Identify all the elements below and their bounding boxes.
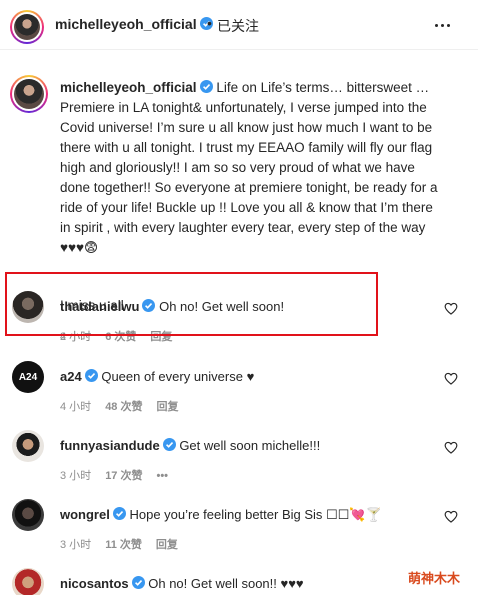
comment-text: a24 Queen of every universe ♥ bbox=[60, 369, 254, 384]
comment-avatar[interactable] bbox=[12, 568, 44, 595]
header-separator: • bbox=[207, 15, 212, 31]
comment-meta: 4 小时 48 次赞 回复 bbox=[60, 398, 192, 414]
comment-text: nicosantos Oh no! Get well soon!! ♥♥♥ bbox=[60, 576, 304, 591]
caption-text: michelleyeoh_official Life on Life’s ter… bbox=[60, 78, 440, 258]
verified-badge-icon bbox=[162, 438, 176, 451]
comment-likes[interactable]: 48 次赞 bbox=[105, 401, 142, 413]
comment-text: wongrel Hope you’re feeling better Big S… bbox=[60, 507, 382, 523]
comment-username[interactable]: nicosantos bbox=[60, 576, 129, 591]
highlight-annotation-box bbox=[5, 272, 378, 336]
comment-likes[interactable]: 17 次赞 bbox=[105, 470, 142, 482]
comment-username[interactable]: a24 bbox=[60, 369, 82, 384]
verified-badge-icon bbox=[84, 369, 98, 382]
comment-likes[interactable]: 11 次赞 bbox=[105, 539, 142, 551]
post-header: michelleyeoh_official • 已关注 bbox=[0, 0, 478, 50]
comment-meta: 3 小时 11 次赞 回复 bbox=[60, 536, 192, 552]
header-username[interactable]: michelleyeoh_official bbox=[55, 16, 213, 32]
comment-time[interactable]: 4 小时 bbox=[60, 401, 91, 413]
comment-body: Queen of every universe ♥ bbox=[101, 369, 255, 384]
reply-button[interactable]: 回复 bbox=[156, 539, 178, 551]
comment-body: Oh no! Get well soon!! ♥♥♥ bbox=[148, 576, 304, 591]
comment-item: wongrel Hope you’re feeling better Big S… bbox=[0, 499, 478, 561]
caption-body: Life on Life’s terms… bittersweet … Prem… bbox=[60, 80, 438, 255]
like-heart-icon[interactable] bbox=[444, 302, 458, 315]
watermark-text: 萌神木木 bbox=[408, 571, 461, 586]
a24-logo-text: A24 bbox=[18, 371, 38, 383]
comment-item: nicosantos Oh no! Get well soon!! ♥♥♥ bbox=[0, 568, 478, 595]
comment-avatar[interactable] bbox=[12, 430, 44, 462]
reply-button[interactable]: 回复 bbox=[156, 401, 178, 413]
verified-badge-icon bbox=[199, 80, 213, 93]
caption-username[interactable]: michelleyeoh_official bbox=[60, 80, 197, 95]
header-avatar[interactable] bbox=[10, 10, 44, 44]
comment-body: Get well soon michelle!!! bbox=[179, 438, 321, 453]
more-options-button[interactable]: ••• bbox=[156, 470, 168, 482]
comment-meta: 3 小时 17 次赞 ••• bbox=[60, 467, 182, 483]
verified-badge-icon bbox=[131, 576, 145, 589]
follow-status-button[interactable]: 已关注 bbox=[217, 16, 259, 36]
comment-item: A24 a24 Queen of every universe ♥ 4 小时 48… bbox=[0, 361, 478, 423]
comment-avatar[interactable]: A24 bbox=[12, 361, 44, 393]
comment-text: funnyasiandude Get well soon michelle!!! bbox=[60, 438, 320, 453]
comment-body: Hope you’re feeling better Big Sis ☐☐💘🍸 bbox=[129, 507, 382, 522]
comment-avatar[interactable] bbox=[12, 499, 44, 531]
more-options-icon[interactable] bbox=[432, 14, 454, 36]
comment-username[interactable]: wongrel bbox=[60, 507, 110, 522]
like-heart-icon[interactable] bbox=[444, 372, 458, 385]
verified-badge-icon bbox=[112, 507, 126, 520]
comment-time[interactable]: 3 小时 bbox=[60, 470, 91, 482]
comment-time[interactable]: 3 小时 bbox=[60, 539, 91, 551]
like-heart-icon[interactable] bbox=[444, 510, 458, 523]
comment-item: funnyasiandude Get well soon michelle!!!… bbox=[0, 430, 478, 492]
like-heart-icon[interactable] bbox=[444, 441, 458, 454]
caption-avatar[interactable] bbox=[10, 75, 48, 113]
comment-username[interactable]: funnyasiandude bbox=[60, 438, 160, 453]
